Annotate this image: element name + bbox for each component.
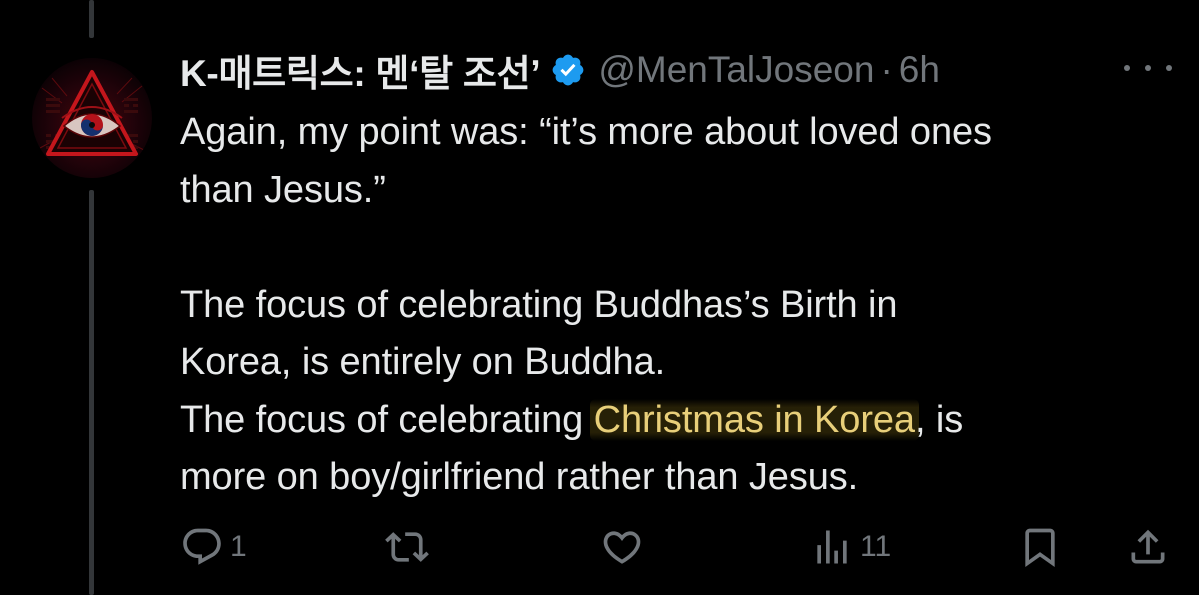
bookmark-button[interactable] xyxy=(1018,522,1062,572)
tweet-text: Again, my point was: “it’s more about lo… xyxy=(180,104,1180,507)
verified-badge-icon[interactable] xyxy=(550,52,586,88)
thread-line-top xyxy=(89,0,94,38)
share-button[interactable] xyxy=(1126,522,1170,572)
illuminati-eye-logo xyxy=(39,70,145,156)
tweet-text-segment: The focus of celebrating xyxy=(180,398,594,441)
tweet-line: than Jesus.” xyxy=(180,168,386,211)
retweet-button[interactable] xyxy=(385,522,429,572)
handle[interactable]: @MenTalJoseon xyxy=(598,49,874,91)
bookmark-icon xyxy=(1025,528,1055,568)
timestamp[interactable]: 6h xyxy=(899,49,940,91)
tweet-line: Korea, is entirely on Buddha. xyxy=(180,341,666,383)
reply-count: 1 xyxy=(230,530,247,563)
heart-icon xyxy=(603,531,641,564)
like-button[interactable] xyxy=(600,522,644,572)
tweet-line: Again, my point was: “it’s more about lo… xyxy=(180,111,992,153)
tweet-line: more on boy/girlfriend rather than Jesus… xyxy=(180,456,859,498)
tweet-text-segment: , is xyxy=(914,398,964,441)
tweet-actions: 1 11 xyxy=(180,522,1170,572)
share-icon xyxy=(1131,529,1165,564)
views-button[interactable]: 11 xyxy=(810,522,891,572)
reply-icon xyxy=(183,528,221,565)
thread-line-bottom xyxy=(89,190,94,595)
tweet-line: The focus of celebrating Buddhas’s Birth… xyxy=(180,283,898,326)
tweet-header: K-매트릭스: 멘‘탈 조선’ @MenTalJoseon · 6h xyxy=(180,42,940,98)
highlighted-text: Christmas in Korea xyxy=(589,398,919,441)
retweet-icon xyxy=(385,532,429,562)
views-icon xyxy=(817,530,847,564)
avatar[interactable] xyxy=(32,58,152,178)
views-count: 11 xyxy=(860,530,892,563)
reply-button[interactable]: 1 xyxy=(180,522,247,572)
more-options-icon[interactable] xyxy=(1124,54,1172,82)
tweet-line: The focus of celebrating Christmas in Ko… xyxy=(180,392,1180,450)
display-name[interactable]: K-매트릭스: 멘‘탈 조선’ xyxy=(180,43,541,97)
separator-dot: · xyxy=(880,49,893,90)
